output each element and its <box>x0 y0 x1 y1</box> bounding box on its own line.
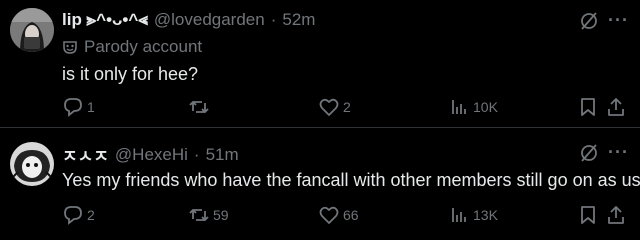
display-name[interactable]: ㅈㅅㅈ <box>62 142 109 167</box>
reply-count: 2 <box>87 207 95 223</box>
like-count: 66 <box>343 207 359 223</box>
views-count: 10K <box>473 99 498 115</box>
avatar-photo <box>10 8 54 52</box>
views-button[interactable]: 13K <box>448 204 498 226</box>
more-icon[interactable]: ··· <box>608 142 629 163</box>
like-icon <box>319 206 339 224</box>
post-2[interactable]: ㅈㅅㅈ @HexeHi · 51m Yes my friends who hav… <box>0 128 640 240</box>
action-bar: 2 59 66 13K <box>0 204 640 228</box>
more-icon[interactable]: ··· <box>608 10 629 31</box>
reply-icon <box>64 98 82 117</box>
views-icon <box>452 208 466 222</box>
reply-button[interactable]: 2 <box>62 204 95 226</box>
separator-dot: · <box>193 144 200 164</box>
reply-count: 1 <box>87 99 95 115</box>
bookmark-button[interactable] <box>578 204 598 226</box>
separator-dot: · <box>270 10 277 29</box>
share-icon <box>608 206 624 224</box>
repost-icon <box>189 209 209 221</box>
post-header: lip ⪢^•ᴗ•^⪡ @lovedgarden · 52m <box>62 10 315 30</box>
repost-button[interactable] <box>188 96 213 118</box>
views-count: 13K <box>473 207 498 223</box>
avatar[interactable] <box>10 142 54 186</box>
repost-count: 59 <box>213 207 229 223</box>
views-button[interactable]: 10K <box>448 96 498 118</box>
like-count: 2 <box>343 99 351 115</box>
share-icon <box>608 98 624 116</box>
eye-slash-icon[interactable] <box>578 142 600 164</box>
bookmark-icon <box>581 98 595 116</box>
timestamp[interactable]: 52m <box>282 10 315 30</box>
repost-button[interactable]: 59 <box>188 204 229 226</box>
share-button[interactable] <box>606 204 626 226</box>
like-button[interactable]: 66 <box>318 204 359 226</box>
avatar-photo <box>10 142 54 186</box>
parody-mask-icon <box>63 41 77 54</box>
display-name[interactable]: lip ⪢^•ᴗ•^⪡ <box>62 10 148 30</box>
timestamp[interactable]: 51m <box>206 145 239 165</box>
post-text: Yes my friends who have the fancall with… <box>62 170 640 190</box>
handle[interactable]: @HexeHi <box>115 145 188 165</box>
repost-icon <box>189 101 209 113</box>
post-1[interactable]: lip ⪢^•ᴗ•^⪡ @lovedgarden · 52m Parody ac… <box>0 0 640 128</box>
bookmark-icon <box>581 206 595 224</box>
avatar[interactable] <box>10 8 54 52</box>
action-bar: 1 2 10K <box>0 96 640 120</box>
reply-icon <box>64 206 82 225</box>
views-icon <box>452 100 466 114</box>
bookmark-button[interactable] <box>578 96 598 118</box>
share-button[interactable] <box>606 96 626 118</box>
handle[interactable]: @lovedgarden <box>154 10 265 30</box>
reply-button[interactable]: 1 <box>62 96 95 118</box>
post-header: ㅈㅅㅈ @HexeHi · 51m <box>62 142 239 167</box>
parody-badge: Parody account <box>62 37 202 57</box>
like-button[interactable]: 2 <box>318 96 351 118</box>
eye-slash-icon[interactable] <box>578 10 600 32</box>
parody-label: Parody account <box>84 37 203 56</box>
post-text: is it only for hee? <box>62 64 199 84</box>
like-icon <box>319 98 339 116</box>
